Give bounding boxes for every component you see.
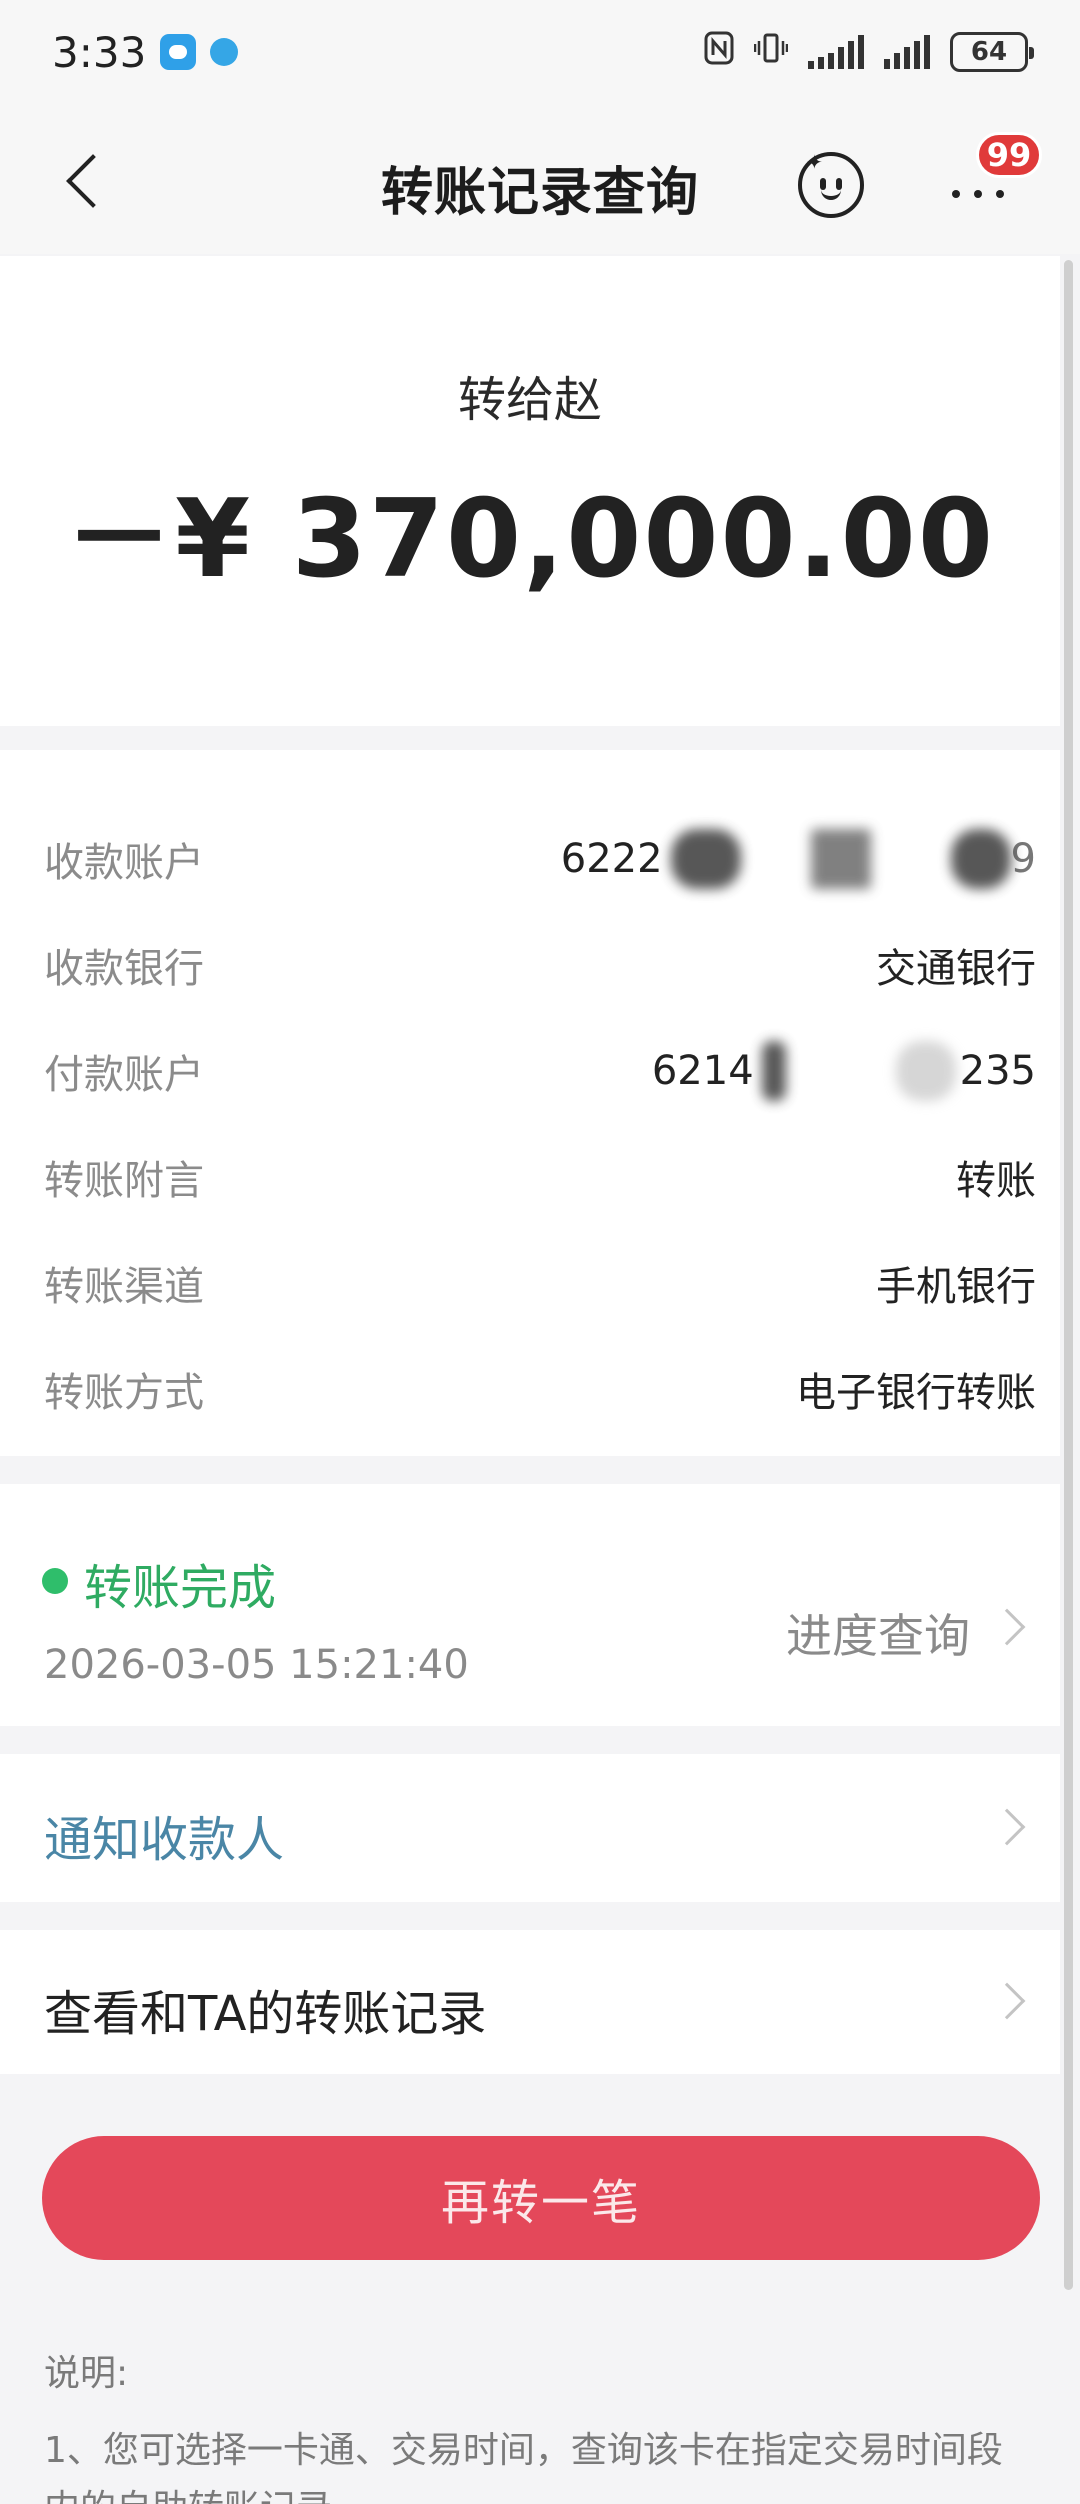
detail-label: 收款账户 xyxy=(44,840,204,886)
browser-app-icon xyxy=(210,38,239,66)
detail-value: 6222 9 xyxy=(561,829,1036,889)
detail-value: 手机银行 xyxy=(876,1264,1036,1310)
transfer-status: 转账完成 xyxy=(84,1560,277,1616)
status-card[interactable]: 转账完成 2026-03-05 15:21:40 进度查询 xyxy=(0,1484,1060,1726)
transfer-amount: －¥ 370,000.00 xyxy=(65,477,995,602)
message-app-icon xyxy=(160,34,197,70)
chevron-right-icon xyxy=(988,1608,1026,1646)
status-right: 64 xyxy=(704,31,1034,73)
signal-icon xyxy=(884,35,930,69)
detail-row-payee-bank: 收款银行 交通银行 xyxy=(0,912,1060,1018)
notify-payee-label: 通知收款人 xyxy=(44,1812,285,1868)
vibrate-icon xyxy=(753,31,789,73)
status-left: 3:33 xyxy=(52,27,239,77)
nfc-icon xyxy=(704,31,734,73)
detail-label: 转账渠道 xyxy=(44,1264,204,1310)
sparkle-icon: ✦ xyxy=(806,150,823,174)
assistant-robot-icon[interactable]: ✦ xyxy=(798,150,864,218)
nav-header: 转账记录查询 ✦ xyxy=(0,104,1080,254)
transfer-history-label: 查看和TA的转账记录 xyxy=(44,1986,487,2042)
detail-value: 转账 xyxy=(956,1158,1036,1204)
detail-row-payee-account: 收款账户 6222 9 xyxy=(0,806,1060,912)
battery-icon: 64 xyxy=(950,32,1034,72)
status-time: 3:33 xyxy=(52,27,147,77)
transfer-timestamp: 2026-03-05 15:21:40 xyxy=(44,1642,469,1688)
robot-eye-right xyxy=(836,178,842,190)
masked-digits xyxy=(895,1041,956,1101)
account-suffix: 235 xyxy=(959,1048,1036,1094)
status-bar: 3:33 64 xyxy=(0,0,1080,104)
battery-level: 64 xyxy=(970,37,1008,67)
detail-value: 交通银行 xyxy=(876,946,1036,992)
transfer-history-row[interactable]: 查看和TA的转账记录 xyxy=(0,1930,1060,2074)
detail-card: 收款账户 6222 9 收款银行 交通银行 付款账户 6214 235 转账附言… xyxy=(0,750,1060,1456)
recipient-name: 转给赵 xyxy=(457,372,602,428)
robot-eye-left xyxy=(820,178,826,190)
detail-label: 转账附言 xyxy=(44,1158,204,1204)
detail-label: 收款银行 xyxy=(44,946,204,992)
masked-digits xyxy=(810,829,871,889)
masked-digits xyxy=(761,1041,786,1101)
chevron-right-icon xyxy=(988,1982,1026,2020)
detail-value: 6214 235 xyxy=(652,1041,1036,1101)
success-dot-icon xyxy=(42,1568,68,1594)
detail-row-payer-account: 付款账户 6214 235 xyxy=(0,1018,1060,1124)
chevron-right-icon xyxy=(988,1808,1026,1846)
masked-digits xyxy=(950,829,1011,889)
notes-title: 说明: xyxy=(44,2353,129,2394)
masked-digits xyxy=(670,829,741,889)
detail-value: 电子银行转账 xyxy=(796,1370,1036,1416)
detail-label: 付款账户 xyxy=(44,1052,204,1098)
detail-row-remark: 转账附言 转账 xyxy=(0,1124,1060,1230)
detail-row-channel: 转账渠道 手机银行 xyxy=(0,1230,1060,1336)
amount-card: 转给赵 －¥ 370,000.00 xyxy=(0,256,1060,726)
signal-icon xyxy=(808,35,864,69)
detail-label: 转账方式 xyxy=(44,1370,204,1416)
scrollbar[interactable] xyxy=(1064,260,1073,2290)
notes-line: 1、您可选择一卡通、交易时间，查询该卡在指定交易时间段内的自助转账记录 xyxy=(44,2430,1003,2504)
progress-query-link[interactable]: 进度查询 xyxy=(786,1600,970,1666)
detail-row-method: 转账方式 电子银行转账 xyxy=(0,1336,1060,1442)
notes-section: 说明: 1、您可选择一卡通、交易时间，查询该卡在指定交易时间段内的自助转账记录 xyxy=(44,2344,1034,2504)
account-prefix: 6222 xyxy=(560,836,663,882)
robot-mouth xyxy=(821,190,841,200)
page-title: 转账记录查询 xyxy=(380,163,699,223)
notification-badge: 99 xyxy=(976,132,1042,178)
account-prefix: 6214 xyxy=(651,1048,754,1094)
notify-payee-row[interactable]: 通知收款人 xyxy=(0,1754,1060,1902)
transfer-again-button[interactable]: 再转一笔 xyxy=(42,2136,1040,2260)
account-suffix: 9 xyxy=(1010,836,1036,882)
